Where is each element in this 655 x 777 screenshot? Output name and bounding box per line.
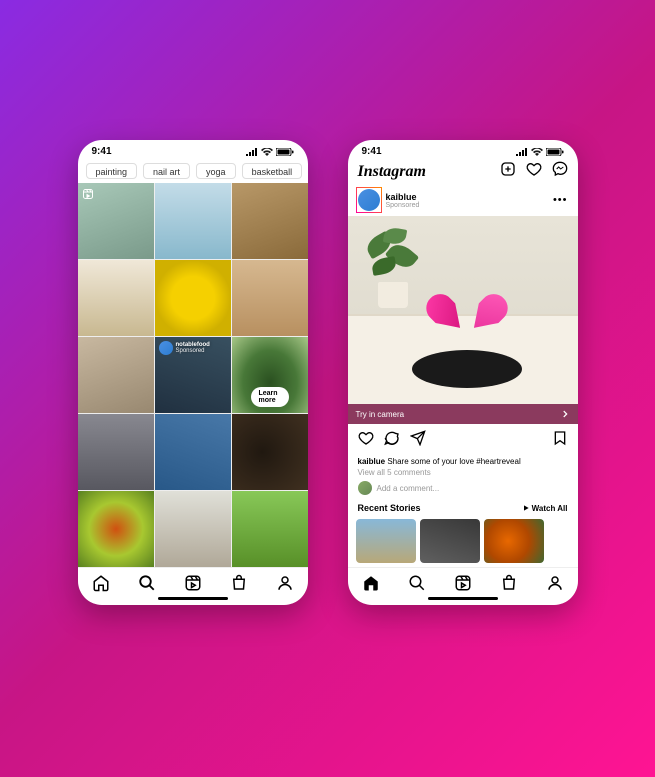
status-bar: 9:41 bbox=[348, 140, 578, 159]
learn-more-button[interactable]: Learn more bbox=[251, 387, 289, 407]
post-avatar[interactable] bbox=[358, 189, 380, 211]
play-icon bbox=[522, 504, 530, 512]
sponsored-avatar bbox=[159, 341, 173, 355]
signal-icon bbox=[246, 148, 258, 156]
add-comment-placeholder: Add a comment... bbox=[377, 484, 440, 493]
nav-profile[interactable] bbox=[276, 574, 294, 592]
bottom-nav bbox=[78, 567, 308, 594]
comment-button[interactable] bbox=[384, 430, 400, 451]
comment-avatar bbox=[358, 481, 372, 495]
explore-grid: notablefood Sponsored Learn more bbox=[78, 183, 308, 567]
reels-icon bbox=[82, 187, 94, 205]
battery-icon bbox=[546, 148, 564, 156]
instagram-logo[interactable]: Instagram bbox=[358, 163, 426, 181]
feed-header: Instagram bbox=[348, 159, 578, 184]
wifi-icon bbox=[531, 148, 543, 156]
post-cta-bar[interactable]: Try in camera bbox=[348, 404, 578, 424]
activity-button[interactable] bbox=[526, 161, 542, 182]
chevron-right-icon bbox=[560, 409, 570, 419]
create-post-button[interactable] bbox=[500, 161, 516, 182]
caption-text: Share some of your love #heartreveal bbox=[387, 457, 520, 466]
grid-cell[interactable] bbox=[78, 414, 154, 490]
watch-all-button[interactable]: Watch All bbox=[522, 504, 568, 513]
status-time: 9:41 bbox=[362, 146, 382, 157]
nav-home[interactable] bbox=[92, 574, 110, 592]
caption-username[interactable]: kaiblue bbox=[358, 457, 386, 466]
story-item[interactable] bbox=[356, 519, 416, 563]
grid-cell[interactable] bbox=[232, 260, 308, 336]
grid-cell[interactable] bbox=[155, 414, 231, 490]
nav-search[interactable] bbox=[408, 574, 426, 592]
grid-cell[interactable] bbox=[78, 491, 154, 567]
nav-search[interactable] bbox=[138, 574, 156, 592]
share-button[interactable] bbox=[410, 430, 426, 451]
post-media[interactable]: Try in camera bbox=[348, 216, 578, 424]
battery-icon bbox=[276, 148, 294, 156]
status-icons bbox=[246, 148, 294, 156]
grid-cell[interactable] bbox=[232, 491, 308, 567]
stories-title: Recent Stories bbox=[358, 503, 421, 513]
save-button[interactable] bbox=[552, 430, 568, 451]
home-indicator[interactable] bbox=[158, 597, 228, 600]
nav-home[interactable] bbox=[362, 574, 380, 592]
wifi-icon bbox=[261, 148, 273, 156]
heart-graphic bbox=[442, 276, 492, 322]
grid-cell[interactable] bbox=[155, 183, 231, 259]
add-comment-row[interactable]: Add a comment... bbox=[348, 479, 578, 501]
nav-shop[interactable] bbox=[230, 574, 248, 592]
chip-nail-art[interactable]: nail art bbox=[143, 163, 190, 179]
story-item[interactable] bbox=[420, 519, 480, 563]
grid-cell[interactable] bbox=[232, 414, 308, 490]
like-button[interactable] bbox=[358, 430, 374, 451]
stories-row bbox=[348, 515, 578, 567]
feed-phone: 9:41 Instagram kaiblue Sponsored ••• bbox=[348, 140, 578, 605]
status-time: 9:41 bbox=[92, 146, 112, 157]
story-item[interactable] bbox=[484, 519, 544, 563]
stories-header: Recent Stories Watch All bbox=[348, 501, 578, 515]
watch-all-label: Watch All bbox=[532, 504, 568, 513]
grid-cell[interactable] bbox=[155, 491, 231, 567]
nav-reels[interactable] bbox=[184, 574, 202, 592]
grid-cell[interactable] bbox=[78, 337, 154, 413]
post-more-button[interactable]: ••• bbox=[553, 194, 568, 206]
chip-painting[interactable]: painting bbox=[86, 163, 138, 179]
post-actions bbox=[348, 424, 578, 457]
post-username[interactable]: kaiblue bbox=[386, 192, 420, 202]
explore-chips: painting nail art yoga basketball to bbox=[78, 159, 308, 183]
sponsored-label: Sponsored bbox=[176, 348, 210, 354]
messenger-button[interactable] bbox=[552, 161, 568, 182]
sponsored-overlay: notablefood Sponsored bbox=[159, 341, 210, 355]
status-icons bbox=[516, 148, 564, 156]
signal-icon bbox=[516, 148, 528, 156]
grid-cell[interactable] bbox=[155, 260, 231, 336]
pad-graphic bbox=[412, 350, 522, 388]
home-indicator[interactable] bbox=[428, 597, 498, 600]
post-sponsored-label: Sponsored bbox=[386, 202, 420, 209]
nav-shop[interactable] bbox=[500, 574, 518, 592]
chip-yoga[interactable]: yoga bbox=[196, 163, 236, 179]
grid-cell-sponsored[interactable]: notablefood Sponsored bbox=[155, 337, 231, 413]
grid-cell[interactable] bbox=[78, 183, 154, 259]
nav-reels[interactable] bbox=[454, 574, 472, 592]
nav-profile[interactable] bbox=[546, 574, 564, 592]
status-bar: 9:41 bbox=[78, 140, 308, 159]
chip-basketball[interactable]: basketball bbox=[242, 163, 303, 179]
explore-phone: 9:41 painting nail art yoga basketball t… bbox=[78, 140, 308, 605]
grid-cell[interactable] bbox=[232, 183, 308, 259]
view-comments-link[interactable]: View all 5 comments bbox=[348, 466, 578, 479]
post-header: kaiblue Sponsored ••• bbox=[348, 184, 578, 216]
bottom-nav bbox=[348, 567, 578, 594]
post-caption: kaiblue Share some of your love #heartre… bbox=[348, 457, 578, 466]
grid-cell[interactable]: Learn more bbox=[232, 337, 308, 413]
grid-cell[interactable] bbox=[78, 260, 154, 336]
post-cta-label: Try in camera bbox=[356, 410, 405, 419]
plant-graphic bbox=[366, 228, 426, 308]
